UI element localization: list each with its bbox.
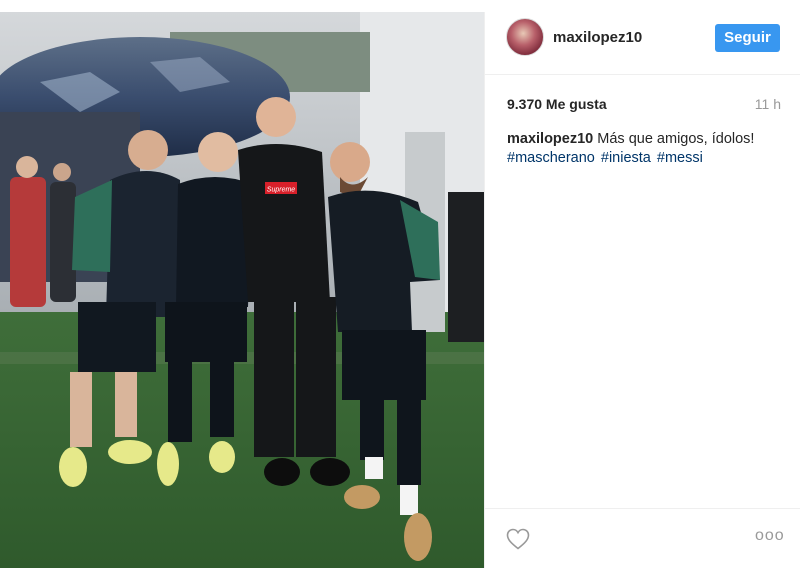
shirt-logo-text: Supreme bbox=[267, 187, 296, 194]
caption-username-link[interactable]: maxilopez10 bbox=[507, 131, 593, 147]
post-panel: maxilopez10 Seguir 9.370 Me gusta 11 h m… bbox=[484, 12, 800, 568]
top-strip bbox=[0, 0, 800, 12]
likes-count[interactable]: 9.370 Me gusta bbox=[507, 96, 607, 112]
hashtag-link[interactable]: #mascherano bbox=[507, 150, 595, 166]
more-options-icon[interactable]: ooo bbox=[755, 527, 785, 545]
instagram-post: Supreme maxilopez10 Seguir 9.370 Me gust… bbox=[0, 0, 800, 568]
avatar[interactable] bbox=[506, 18, 544, 56]
photo-illustration: Supreme bbox=[0, 12, 484, 568]
caption: maxilopez10 Más que amigos, ídolos! #mas… bbox=[507, 130, 787, 168]
likes-row: 9.370 Me gusta 11 h bbox=[507, 96, 781, 116]
hashtag-link[interactable]: #iniesta bbox=[601, 150, 651, 166]
post-timestamp[interactable]: 11 h bbox=[755, 96, 781, 112]
post-photo[interactable]: Supreme bbox=[0, 12, 484, 568]
follow-button[interactable]: Seguir bbox=[715, 24, 780, 52]
hashtag-list: #mascherano #iniesta #messi bbox=[507, 150, 705, 166]
caption-text: Más que amigos, ídolos! bbox=[597, 131, 755, 147]
hashtag-link[interactable]: #messi bbox=[657, 150, 703, 166]
post-actions: ooo bbox=[485, 508, 800, 568]
heart-icon[interactable] bbox=[506, 528, 530, 550]
header-username-link[interactable]: maxilopez10 bbox=[553, 29, 642, 46]
post-header: maxilopez10 Seguir bbox=[485, 12, 800, 75]
